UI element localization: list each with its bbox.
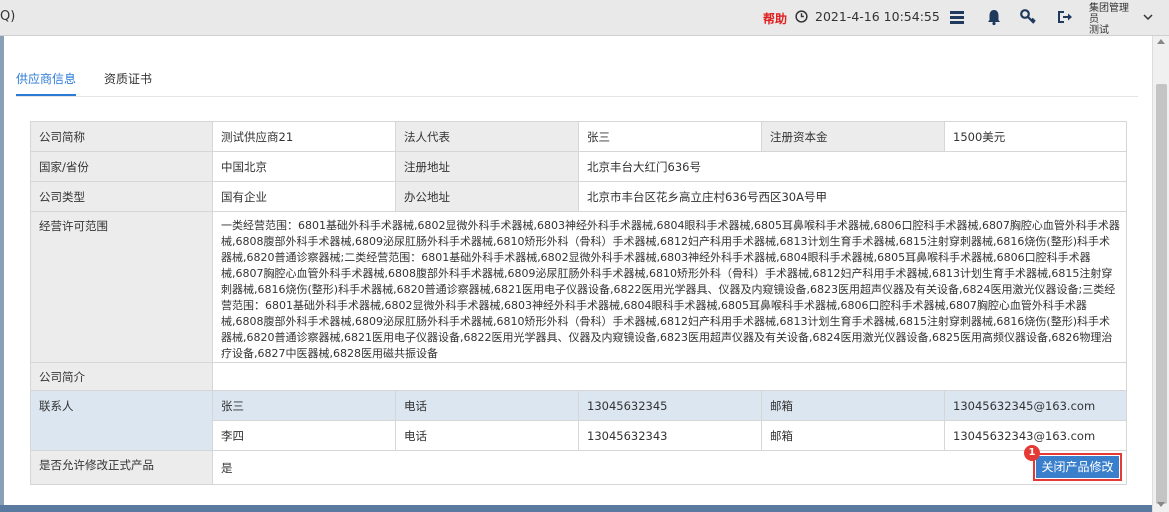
registered-address: 北京丰台大红门636号 — [578, 151, 1127, 182]
contact-name: 李四 — [212, 420, 396, 451]
scroll-up-arrow-icon[interactable] — [1157, 39, 1165, 44]
tab-supplier-info[interactable]: 供应商信息 — [16, 70, 77, 96]
field-label: 公司类型 — [30, 181, 213, 212]
field-label: 法人代表 — [395, 121, 579, 152]
bottom-frame-strip — [0, 505, 1152, 512]
contact-phone: 13045632345 — [578, 390, 762, 421]
field-label: 联系人 — [30, 390, 213, 451]
field-label: 办公地址 — [395, 181, 579, 212]
country-province: 中国北京 — [212, 151, 396, 182]
allow-modify-value: 是 — [212, 450, 1127, 485]
table-row: 公司类型 国有企业 办公地址 北京市丰台区花乡高立庄村636号西区30A号甲 — [30, 181, 1127, 212]
table-row: 公司简介 — [30, 362, 1127, 391]
registered-capital: 1500美元 — [944, 121, 1127, 152]
contact-email: 13045632345@163.com — [944, 390, 1127, 421]
left-frame-strip — [0, 36, 4, 512]
logout-icon[interactable] — [1055, 8, 1073, 26]
top-bar: Q) 帮助 2021-4-16 10:54:55 集团管理员 测试 — [0, 0, 1169, 36]
supplier-info-table: 公司简称 测试供应商21 法人代表 张三 注册资本金 1500美元 国家/省份 … — [30, 121, 1127, 485]
business-scope: 一类经营范围：6801基础外科手术器械,6802显微外科手术器械,6803神经外… — [212, 211, 1127, 363]
table-row: 国家/省份 中国北京 注册地址 北京丰台大红门636号 — [30, 151, 1127, 182]
office-address: 北京市丰台区花乡高立庄村636号西区30A号甲 — [578, 181, 1127, 212]
tab-divider — [16, 96, 1138, 97]
scroll-down-arrow-icon[interactable] — [1157, 502, 1165, 507]
legal-representative: 张三 — [578, 121, 762, 152]
scroll-thumb[interactable] — [1156, 84, 1167, 504]
field-label: 注册地址 — [395, 151, 579, 182]
help-link[interactable]: 帮助 — [763, 10, 787, 27]
clock-icon — [795, 10, 808, 23]
contact-phone-label: 电话 — [395, 420, 579, 451]
user-name[interactable]: 集团管理员 测试 — [1089, 3, 1137, 36]
contact-email-label: 邮箱 — [761, 390, 945, 421]
contact-email-label: 邮箱 — [761, 420, 945, 451]
company-intro — [212, 362, 1127, 391]
field-label: 经营许可范围 — [30, 211, 213, 363]
field-label: 国家/省份 — [30, 151, 213, 182]
contact-phone: 13045632343 — [578, 420, 762, 451]
datetime-display: 2021-4-16 10:54:55 — [815, 9, 940, 24]
contact-row: 联系人 张三 电话 13045632345 邮箱 13045632345@163… — [30, 390, 1127, 451]
table-row: 是否允许修改正式产品 是 — [30, 450, 1127, 485]
field-label: 公司简称 — [30, 121, 213, 152]
contact-phone-label: 电话 — [395, 390, 579, 421]
field-label: 注册资本金 — [761, 121, 945, 152]
list-icon[interactable] — [948, 8, 966, 26]
close-product-edit-button[interactable]: 关闭产品修改 — [1033, 453, 1122, 481]
chevron-down-icon[interactable] — [1143, 13, 1153, 21]
company-type: 国有企业 — [212, 181, 396, 212]
window-title-fragment: Q) — [0, 9, 16, 24]
field-label: 公司简介 — [30, 362, 213, 391]
vertical-scrollbar[interactable] — [1152, 36, 1169, 512]
table-row: 公司简称 测试供应商21 法人代表 张三 注册资本金 1500美元 — [30, 121, 1127, 152]
step-badge: 1 — [1024, 445, 1040, 461]
table-row: 经营许可范围 一类经营范围：6801基础外科手术器械,6802显微外科手术器械,… — [30, 211, 1127, 363]
key-icon[interactable] — [1019, 8, 1037, 26]
field-label: 是否允许修改正式产品 — [30, 450, 213, 485]
company-short-name: 测试供应商21 — [212, 121, 396, 152]
contact-name: 张三 — [212, 390, 396, 421]
tab-qualification-certificates[interactable]: 资质证书 — [104, 70, 152, 87]
bell-icon[interactable] — [985, 8, 1003, 26]
